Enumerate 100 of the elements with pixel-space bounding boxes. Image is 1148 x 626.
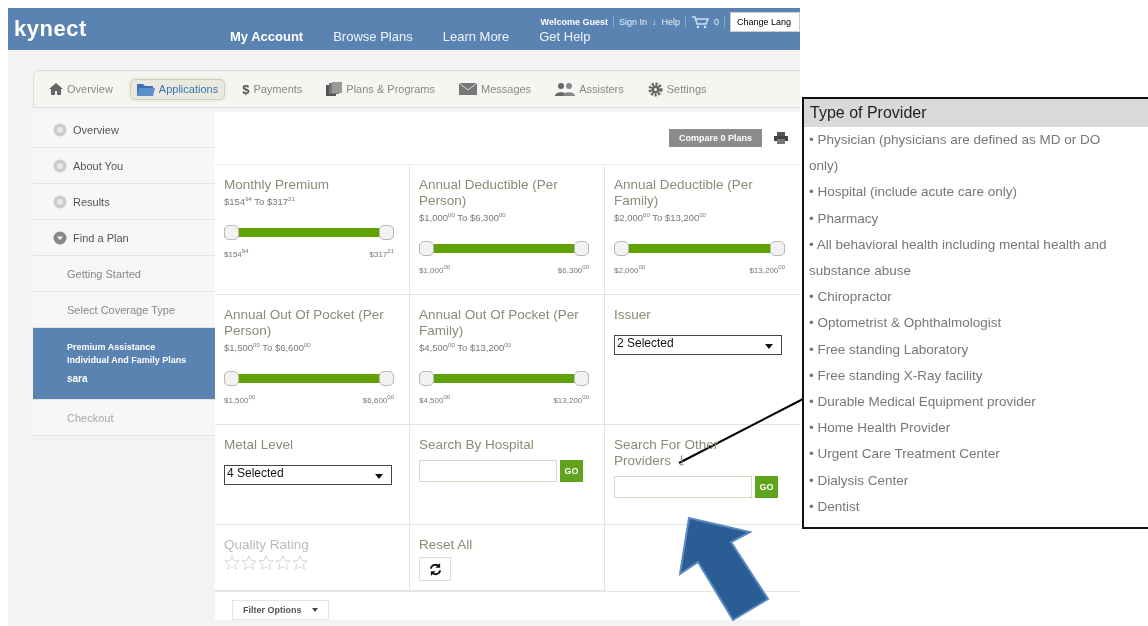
sidebar-item[interactable]: About You: [33, 148, 215, 184]
slider-track[interactable]: [419, 371, 589, 388]
list-item: • Pharmacy: [808, 209, 880, 228]
min-value: $1,500$^{00}$: [224, 394, 256, 405]
nav-link[interactable]: Get Help: [539, 29, 591, 44]
header-link[interactable]: Help: [661, 17, 680, 27]
sidebar-label: Find a Plan: [73, 231, 129, 244]
min-value: $154$^{94}$: [224, 248, 249, 259]
min-value: $4,500$^{00}$: [419, 394, 451, 405]
star-icon: [292, 555, 308, 570]
list-item: • Free standing X-Ray facility: [808, 366, 984, 385]
slider-track[interactable]: [224, 371, 394, 388]
dollar-sign: $: [242, 81, 250, 97]
reset-button[interactable]: [419, 557, 451, 581]
slider-track[interactable]: [224, 225, 394, 242]
sidebar-item[interactable]: Find a Plan: [33, 220, 215, 256]
range-text: $154$^{94}$ To $317$^{21}$: [224, 196, 296, 208]
slider-handle[interactable]: [379, 225, 394, 241]
nav-link[interactable]: Learn More: [442, 29, 510, 44]
filter-label: Search For Other Providers: [614, 437, 720, 469]
tab[interactable]: Applications: [129, 78, 226, 100]
list-item: • Optometrist & Ophthalmologist: [808, 314, 1003, 333]
cart-icon[interactable]: [691, 15, 709, 29]
filter-label: Metal Level: [224, 437, 295, 453]
star-icon: [258, 555, 274, 570]
home-icon: [49, 83, 63, 95]
star-icon: [241, 555, 257, 570]
slider-handle[interactable]: [224, 225, 239, 241]
sidebar-subitem[interactable]: Select Coverage Type: [33, 292, 215, 328]
header-link[interactable]: ↓: [651, 17, 657, 27]
tab[interactable]: Assisters: [548, 78, 631, 100]
header-link[interactable]: Sign In: [618, 17, 647, 27]
subitem-label: Select Coverage Type: [67, 303, 177, 316]
filter-label: Annual Out Of Pocket (Per Family): [419, 307, 580, 339]
star-icon: [224, 555, 240, 570]
nav-link[interactable]: Browse Plans: [333, 29, 413, 44]
list-item: • Chiropractor: [808, 288, 893, 307]
filter-label: Issuer: [614, 307, 652, 323]
slider-handle[interactable]: [379, 371, 394, 387]
sidebar-subitem[interactable]: Premium Assistance Individual And Family Plans sara: [33, 328, 215, 400]
list-item: • Dialysis Center: [808, 471, 910, 490]
logo[interactable]: kynect: [14, 16, 87, 42]
search-field[interactable]: [419, 460, 557, 482]
cart-count: 0: [714, 17, 719, 27]
settings-icon: [647, 81, 663, 97]
filter-label: Reset All: [419, 537, 474, 553]
tab[interactable]: Overview: [42, 79, 120, 99]
tab[interactable]: $ Payments: [235, 77, 310, 101]
range-text: $4,500$^{00}$ To $13,200$^{00}$: [419, 342, 512, 354]
dropdown[interactable]: 2 Selected: [614, 335, 782, 355]
sidebar-item[interactable]: Results: [33, 184, 215, 220]
tab[interactable]: Settings: [640, 77, 714, 101]
compare-button[interactable]: Compare 0 Plans: [668, 129, 762, 147]
max-value: $6,600$^{00}$: [362, 394, 394, 405]
slider-track[interactable]: [419, 241, 589, 258]
subitem-label: Checkout: [67, 411, 115, 424]
language-button[interactable]: Change Lang: [730, 12, 800, 32]
slider-handle[interactable]: [419, 241, 434, 257]
refresh-icon: [428, 562, 442, 576]
documents-icon: [326, 82, 343, 96]
subitem-label: Premium Assistance Individual And Family Plans: [67, 340, 188, 367]
printer-icon[interactable]: [774, 132, 788, 144]
list-item: • Home Health Provider: [808, 419, 952, 438]
welcome-text: Welcome Guest: [540, 17, 608, 27]
search-field[interactable]: [614, 476, 752, 498]
min-value: $1,000$^{00}$: [419, 264, 451, 275]
slider-handle[interactable]: [614, 241, 629, 257]
folder-icon: [136, 82, 155, 96]
dropdown[interactable]: 4 Selected: [224, 465, 392, 485]
tab[interactable]: Messages: [452, 79, 539, 99]
subitem-label: Getting Started: [67, 267, 142, 280]
slider-track[interactable]: [614, 241, 785, 258]
max-value: $317$^{21}$: [369, 248, 394, 259]
slider-handle[interactable]: [770, 241, 785, 257]
filter-options-button[interactable]: Filter Options: [232, 600, 329, 620]
max-value: $6,300$^{00}$: [557, 264, 589, 275]
sidebar-subitem[interactable]: Getting Started: [33, 256, 215, 292]
nav-link[interactable]: My Account: [230, 29, 304, 44]
sidebar-label: Overview: [73, 123, 119, 136]
go-button[interactable]: GO: [560, 460, 583, 482]
slider-handle[interactable]: [574, 371, 589, 387]
filter-label: Search By Hospital: [419, 437, 535, 453]
sidebar-item[interactable]: Overview: [33, 112, 215, 148]
slider-handle[interactable]: [224, 371, 239, 387]
list-item: • All behavioral health including mental health and substance abuse: [808, 235, 1108, 280]
max-value: $13,200$^{00}$: [749, 264, 785, 275]
go-button[interactable]: GO: [755, 476, 778, 498]
user-name: sara: [67, 372, 89, 387]
envelope-icon: [459, 83, 477, 95]
list-item: • Free standing Laboratory: [808, 340, 970, 359]
star-icon: [275, 555, 291, 570]
slider-handle[interactable]: [419, 371, 434, 387]
callout-title: Type of Provider: [804, 99, 1148, 127]
people-icon: [555, 82, 576, 96]
range-text: $2,000$^{00}$ To $13,200$^{00}$: [614, 212, 707, 224]
slider-handle[interactable]: [574, 241, 589, 257]
list-item: • Hospital (include acute care only): [808, 183, 1019, 202]
list-item: • Physician (physicians are defined as MD or DO only): [808, 131, 1102, 176]
tab[interactable]: Plans & Programs: [319, 78, 442, 100]
sidebar-label: Results: [73, 195, 110, 208]
